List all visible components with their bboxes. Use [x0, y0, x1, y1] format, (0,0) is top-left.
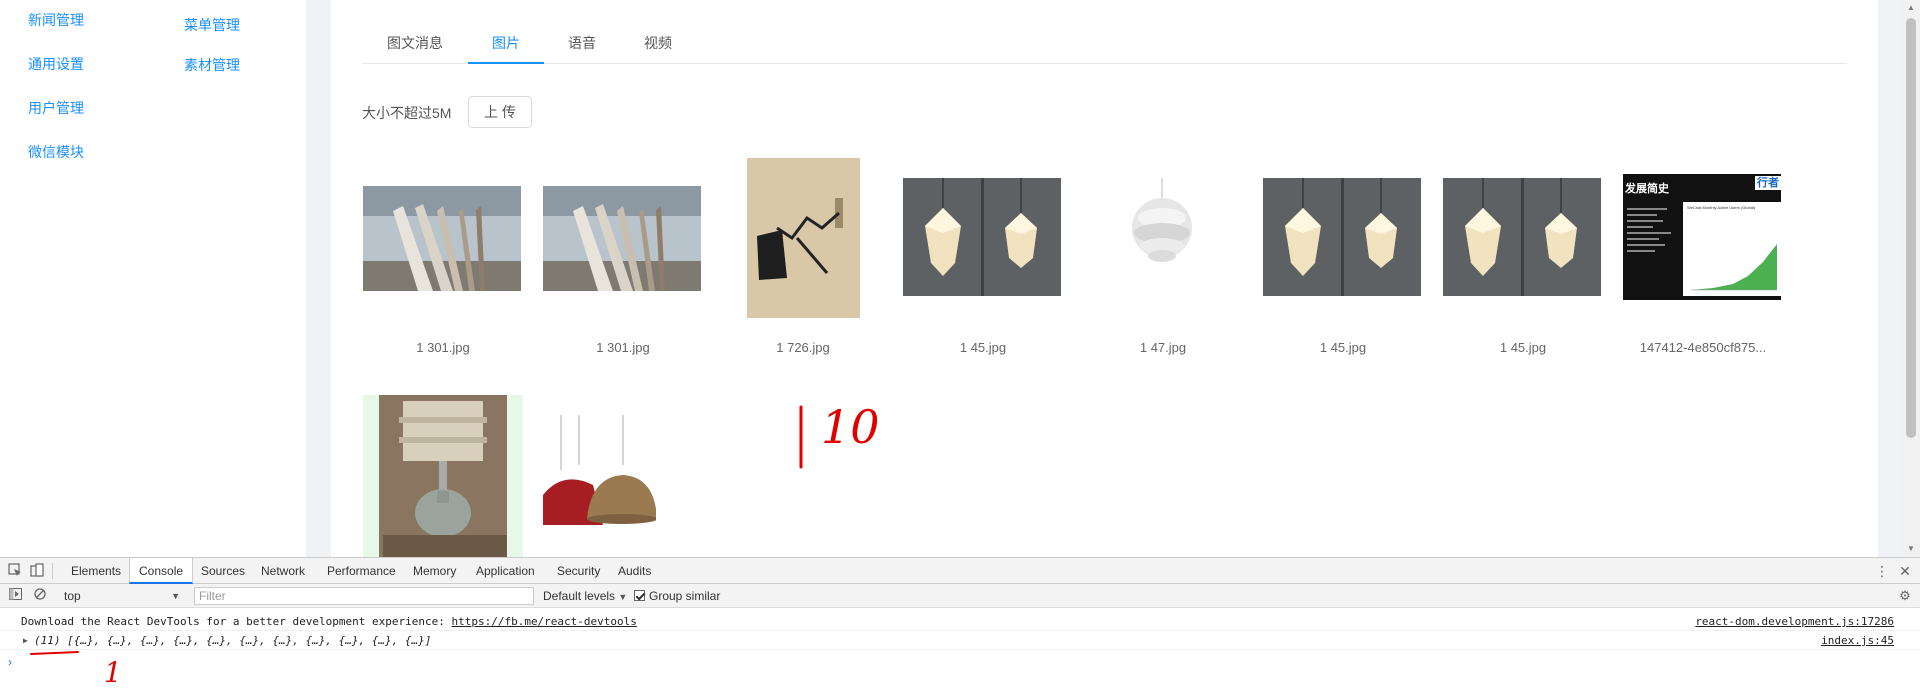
image-filename: 1 45.jpg — [959, 340, 1007, 355]
clear-console-icon[interactable] — [32, 588, 48, 604]
annotation-mark — [799, 405, 803, 469]
devtools-panel: Elements Console Sources Network Perform… — [0, 557, 1920, 694]
white-pendant-photo — [1083, 178, 1241, 296]
devtools-tab-elements[interactable]: Elements — [62, 558, 130, 584]
devtools-tabbar: Elements Console Sources Network Perform… — [0, 558, 1920, 584]
image-filename: 147412-4e850cf875... — [1639, 340, 1767, 355]
devtools-tab-application[interactable]: Application — [467, 558, 544, 584]
image-item[interactable]: 1 45.jpg — [903, 148, 1063, 358]
sidebar: 新闻管理 通用设置 用户管理 微信模块 菜单管理 素材管理 — [0, 0, 306, 557]
image-item[interactable]: 1 726.jpg — [723, 148, 883, 358]
image-item[interactable]: 1 301.jpg — [543, 148, 703, 358]
pendant-lamps-photo — [1443, 178, 1601, 296]
tab-news-message[interactable]: 图文消息 — [362, 22, 468, 64]
image-item[interactable] — [543, 395, 703, 557]
tab-voice[interactable]: 语音 — [544, 22, 620, 64]
devtools-tab-network[interactable]: Network — [252, 558, 314, 584]
image-item[interactable] — [363, 395, 523, 557]
annotation-console-mark: 1 — [104, 656, 122, 689]
console-source-link[interactable]: index.js:45 — [1821, 632, 1894, 650]
annotation-count: 10 — [821, 400, 880, 454]
devtools-tab-console[interactable]: Console — [129, 558, 194, 584]
devtools-tab-memory[interactable]: Memory — [404, 558, 465, 584]
image-item[interactable]: 1 45.jpg — [1263, 148, 1423, 358]
pendant-lamps-photo — [903, 178, 1061, 296]
image-filename: 1 301.jpg — [416, 340, 470, 355]
sidebar-item-general-settings[interactable]: 通用设置 — [28, 54, 84, 74]
console-prompt-icon[interactable]: › — [8, 655, 12, 669]
react-devtools-link[interactable]: https://fb.me/react-devtools — [451, 615, 636, 628]
image-filename: 1 45.jpg — [1319, 340, 1367, 355]
console-message-text: Download the React DevTools for a better… — [21, 615, 452, 628]
console-filter-input[interactable] — [194, 587, 534, 605]
material-tabs: 图文消息 图片 语音 视频 — [362, 22, 1847, 64]
image-item[interactable]: 1 301.jpg — [363, 148, 523, 358]
console-settings-gear-icon[interactable]: ⚙ — [1897, 588, 1913, 604]
table-lamp-photo — [363, 395, 523, 557]
log-levels-label: Default levels — [543, 589, 616, 603]
close-devtools-icon[interactable]: ✕ — [1897, 563, 1913, 579]
architecture-photo — [543, 186, 701, 291]
inspect-element-icon[interactable] — [7, 563, 23, 579]
submenu-item-material-management[interactable]: 素材管理 — [184, 55, 240, 75]
scroll-up-icon[interactable]: ▲ — [1902, 0, 1920, 16]
scroll-down-icon[interactable]: ▼ — [1902, 541, 1920, 557]
image-filename: 1 45.jpg — [1499, 340, 1547, 355]
more-options-icon[interactable]: ⋮ — [1874, 563, 1890, 579]
tab-video[interactable]: 视频 — [620, 22, 696, 64]
wall-lamp-photo — [747, 158, 860, 318]
page-scrollbar[interactable]: ▲ ▼ — [1902, 0, 1920, 557]
devtools-tab-security[interactable]: Security — [548, 558, 609, 584]
show-sidebar-icon[interactable] — [7, 588, 23, 604]
group-similar-label: Group similar — [649, 589, 721, 603]
log-levels-dropdown[interactable]: Default levels ▼ — [543, 587, 627, 605]
context-value: top — [64, 589, 81, 603]
tab-image[interactable]: 图片 — [468, 22, 544, 64]
chevron-down-icon: ▼ — [171, 591, 180, 601]
image-filename: 1 47.jpg — [1139, 340, 1187, 355]
device-toolbar-icon[interactable] — [29, 563, 45, 579]
image-item[interactable]: 发展简史 行者 WeChat Monthly Active Users (Glo… — [1623, 148, 1783, 358]
console-source-link[interactable]: react-dom.development.js:17286 — [1695, 613, 1894, 631]
checkbox-checked-icon — [634, 590, 645, 601]
slide-chart-title: WeChat Monthly Active Users (Global) — [1687, 205, 1756, 210]
upload-size-hint: 大小不超过5M — [362, 105, 452, 121]
slide-corner-text: 行者 — [1755, 176, 1781, 190]
sidebar-item-news[interactable]: 新闻管理 — [28, 10, 84, 30]
slide-title: 发展简史 — [1625, 183, 1669, 195]
pendant-lamps-photo — [1263, 178, 1421, 296]
image-filename: 1 726.jpg — [776, 340, 830, 355]
chart-slide-image: 发展简史 行者 WeChat Monthly Active Users (Glo… — [1623, 174, 1781, 300]
architecture-photo — [363, 186, 521, 291]
submenu-item-menu-management[interactable]: 菜单管理 — [184, 15, 240, 35]
devtools-tab-sources[interactable]: Sources — [192, 558, 254, 584]
devtools-tab-audits[interactable]: Audits — [609, 558, 660, 584]
expand-triangle-icon[interactable]: ▶ — [23, 632, 28, 650]
chevron-down-icon: ▼ — [618, 592, 628, 602]
app-window: 新闻管理 通用设置 用户管理 微信模块 菜单管理 素材管理 图文消息 图片 语音… — [0, 0, 1920, 557]
upload-button[interactable]: 上 传 — [468, 96, 532, 128]
console-array-preview[interactable]: (11) [{…}, {…}, {…}, {…}, {…}, {…}, {…},… — [34, 632, 431, 650]
sidebar-item-users[interactable]: 用户管理 — [28, 98, 84, 118]
scroll-thumb[interactable] — [1906, 18, 1916, 438]
console-message: Download the React DevTools for a better… — [0, 613, 1920, 631]
devtools-tab-performance[interactable]: Performance — [318, 558, 405, 584]
console-message: ▶ (11) [{…}, {…}, {…}, {…}, {…}, {…}, {…… — [0, 632, 1920, 650]
red-pendant-lamps-photo — [543, 415, 656, 530]
image-item[interactable]: 1 47.jpg — [1083, 148, 1243, 358]
sidebar-item-wechat[interactable]: 微信模块 — [28, 142, 84, 162]
context-select[interactable]: top ▼ — [58, 587, 184, 605]
image-filename: 1 301.jpg — [596, 340, 650, 355]
image-item[interactable]: 1 45.jpg — [1443, 148, 1603, 358]
slide-bullet-lines — [1627, 204, 1677, 290]
console-toolbar: top ▼ Default levels ▼ Group similar ⚙ — [0, 584, 1920, 608]
slide-chart-panel: WeChat Monthly Active Users (Global) — [1683, 202, 1781, 296]
group-similar-checkbox[interactable]: Group similar — [634, 587, 720, 605]
material-panel: 图文消息 图片 语音 视频 大小不超过5M 上 传 1 301.jpg 1 30… — [331, 0, 1878, 557]
